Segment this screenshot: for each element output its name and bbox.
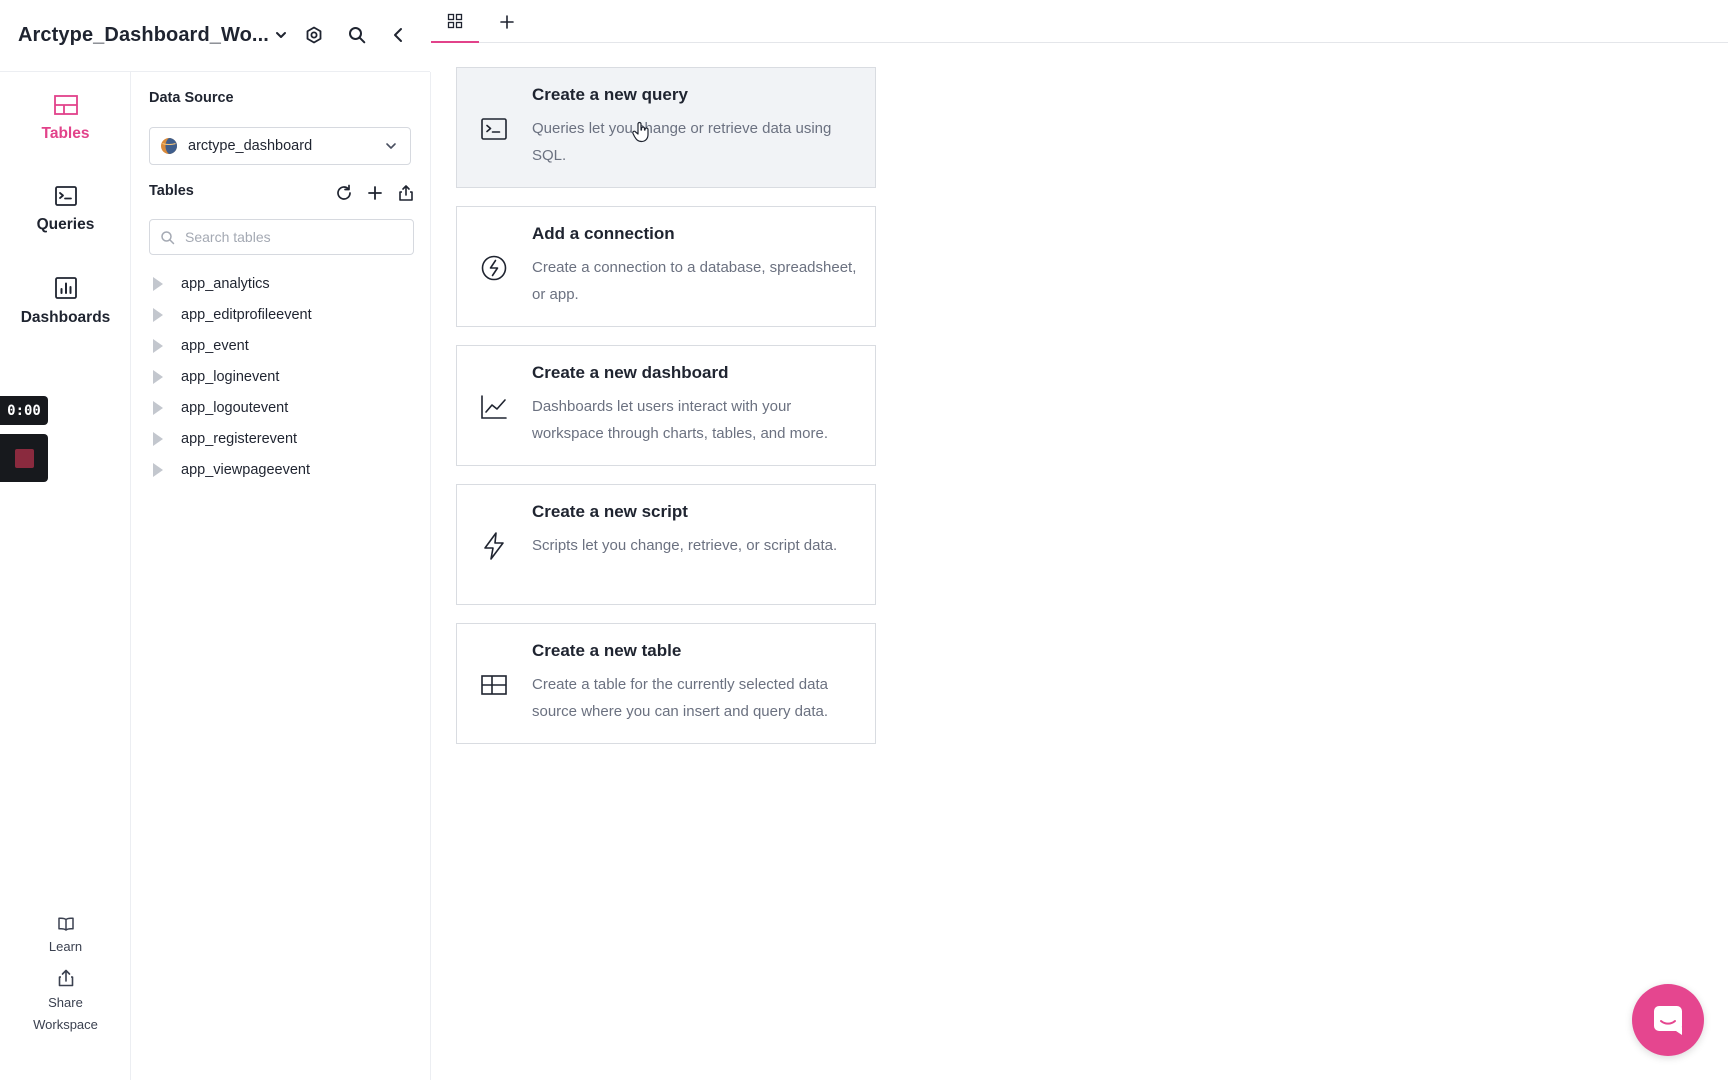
rail-item-label: Dashboards — [20, 309, 111, 326]
card-description: Dashboards let users interact with your … — [532, 398, 828, 442]
recording-timer: 0:00 — [0, 396, 48, 425]
add-connection-card[interactable]: Add a connection Create a connection to … — [456, 206, 876, 327]
chat-icon — [1651, 1003, 1685, 1037]
recording-stop-button[interactable] — [0, 434, 48, 482]
table-name: app_logoutevent — [181, 399, 289, 416]
database-globe-icon — [160, 137, 178, 155]
refresh-icon[interactable] — [333, 182, 355, 204]
search-tables-input[interactable] — [185, 229, 405, 245]
collapse-chevron-icon[interactable] — [385, 22, 411, 48]
table-row[interactable]: app_loginevent — [149, 361, 419, 392]
table-row[interactable]: app_editprofileevent — [149, 299, 419, 330]
rail-item-tables[interactable]: Tables — [0, 94, 131, 143]
tables-label: Tables — [149, 183, 194, 199]
create-table-card[interactable]: Create a new table Create a table for th… — [456, 623, 876, 744]
left-rail: Tables Queries Dashboards Learn Share Wo… — [0, 72, 131, 1080]
terminal-icon — [479, 114, 509, 144]
expand-triangle-icon[interactable] — [153, 431, 163, 446]
chevron-down-icon[interactable] — [268, 22, 294, 48]
search-tables-field[interactable] — [149, 219, 414, 255]
table-icon — [479, 670, 509, 700]
table-row[interactable]: app_logoutevent — [149, 392, 419, 423]
card-title: Create a new table — [532, 641, 682, 660]
settings-icon[interactable] — [301, 22, 327, 48]
connection-icon — [479, 253, 509, 283]
card-title: Create a new dashboard — [532, 363, 729, 382]
card-title: Create a new query — [532, 85, 688, 104]
tab-bar — [431, 0, 1728, 43]
table-row[interactable]: app_viewpageevent — [149, 454, 419, 485]
chat-launcher-button[interactable] — [1632, 984, 1704, 1056]
table-name: app_editprofileevent — [181, 306, 312, 323]
tables-panel: Data Source arctype_dashboard Tables app… — [131, 72, 431, 1080]
share-icon — [56, 968, 76, 988]
card-description: Create a connection to a database, sprea… — [532, 259, 857, 303]
card-description: Create a table for the currently selecte… — [532, 676, 829, 720]
rail-item-learn[interactable]: Learn — [0, 916, 131, 958]
expand-triangle-icon[interactable] — [153, 462, 163, 477]
grid-icon — [447, 13, 463, 29]
lightning-icon — [479, 531, 509, 561]
tab-home[interactable] — [431, 0, 479, 43]
create-query-card[interactable]: Create a new query Queries let you chang… — [456, 67, 876, 188]
rail-item-queries[interactable]: Queries — [0, 185, 131, 234]
workspace-header: Arctype_Dashboard_Wo... — [0, 0, 430, 72]
table-row[interactable]: app_registerevent — [149, 423, 419, 454]
data-source-value: arctype_dashboard — [188, 138, 313, 154]
book-icon — [57, 916, 75, 932]
workspace-title[interactable]: Arctype_Dashboard_Wo... — [18, 24, 269, 47]
chevron-down-icon — [384, 139, 398, 153]
rail-item-label: Queries — [36, 216, 95, 233]
card-title: Add a connection — [532, 224, 675, 243]
table-row[interactable]: app_event — [149, 330, 419, 361]
create-dashboard-card[interactable]: Create a new dashboard Dashboards let us… — [456, 345, 876, 466]
search-icon — [160, 230, 175, 245]
expand-triangle-icon[interactable] — [153, 369, 163, 384]
table-name: app_event — [181, 337, 249, 354]
expand-triangle-icon[interactable] — [153, 276, 163, 291]
card-description: Scripts let you change, retrieve, or scr… — [532, 537, 838, 554]
table-name: app_analytics — [181, 275, 270, 292]
expand-triangle-icon[interactable] — [153, 400, 163, 415]
table-name: app_loginevent — [181, 368, 280, 385]
expand-triangle-icon[interactable] — [153, 307, 163, 322]
data-source-select[interactable]: arctype_dashboard — [149, 127, 411, 165]
line-chart-icon — [479, 392, 509, 422]
data-source-label: Data Source — [149, 90, 234, 106]
rail-item-label: Tables — [41, 125, 90, 142]
plus-icon — [500, 14, 514, 29]
create-script-card[interactable]: Create a new script Scripts let you chan… — [456, 484, 876, 605]
card-description: Queries let you change or retrieve data … — [532, 120, 832, 164]
rail-item-share-workspace[interactable]: Share Workspace — [0, 968, 131, 1036]
rail-item-label: Learn — [48, 939, 83, 954]
card-title: Create a new script — [532, 502, 688, 521]
stop-icon — [14, 448, 34, 468]
table-row[interactable]: app_analytics — [149, 268, 419, 299]
table-name: app_registerevent — [181, 430, 298, 447]
bar-chart-icon — [54, 276, 78, 300]
terminal-icon — [54, 185, 78, 207]
expand-triangle-icon[interactable] — [153, 338, 163, 353]
table-list: app_analytics app_editprofileevent app_e… — [149, 268, 419, 485]
table-name: app_viewpageevent — [181, 461, 310, 478]
add-table-icon[interactable] — [364, 182, 386, 204]
rail-item-dashboards[interactable]: Dashboards — [0, 276, 131, 327]
search-icon[interactable] — [344, 22, 370, 48]
export-icon[interactable] — [395, 182, 417, 204]
table-icon — [53, 94, 79, 116]
new-tab-button[interactable] — [487, 0, 527, 43]
rail-item-label: Share Workspace — [33, 995, 98, 1032]
